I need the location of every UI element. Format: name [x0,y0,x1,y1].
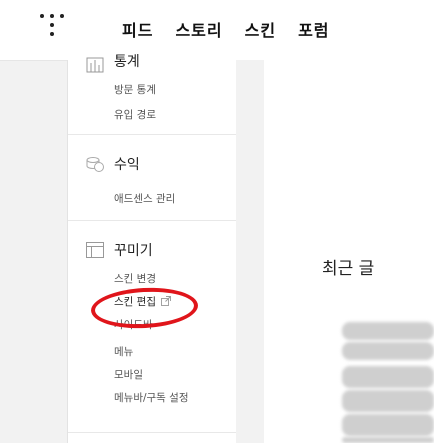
section-title-revenue: 수익 [114,157,140,173]
redacted-post-title [342,322,434,340]
sidebar-item-mobile[interactable]: 모바일 [114,367,143,382]
top-navigation-bar: 피드 스토리 스킨 포럼 [0,0,434,61]
section-title-decorate: 꾸미기 [114,243,153,259]
recent-posts-heading: 최근 글 [322,259,375,279]
nav-feed[interactable]: 피드 [122,17,153,41]
sidebar-item-referrer[interactable]: 유입 경로 [114,107,156,122]
nav-story[interactable]: 스토리 [175,17,222,41]
chart-icon [86,57,104,73]
section-divider [68,220,237,221]
main-nav: 피드 스토리 스킨 포럼 [122,17,330,41]
layout-icon [86,242,104,258]
sidebar-item-visit-stats[interactable]: 방문 통계 [114,82,156,97]
nav-skin[interactable]: 스킨 [245,17,276,41]
section-title-stats: 통계 [114,54,140,70]
redacted-post-title [342,390,434,412]
sidebar-item-adsense[interactable]: 애드센스 관리 [114,191,175,206]
admin-sidebar: 통계 방문 통계 유입 경로 수익 애드센스 관리 꾸미기 스킨 변경 스킨 편… [67,54,238,443]
redacted-post-title [342,366,434,388]
coins-icon [86,157,104,172]
sidebar-item-menu[interactable]: 메뉴 [114,344,133,359]
redacted-post-title [342,437,434,443]
redacted-post-title [342,342,434,360]
section-divider [68,134,237,135]
nav-forum[interactable]: 포럼 [298,17,329,41]
redacted-post-title [342,414,434,436]
sidebar-item-change-skin[interactable]: 스킨 변경 [114,271,156,286]
tistory-logo-icon[interactable] [40,14,64,40]
section-divider [68,432,237,433]
sidebar-item-menubar-subscribe[interactable]: 메뉴바/구독 설정 [114,390,189,405]
